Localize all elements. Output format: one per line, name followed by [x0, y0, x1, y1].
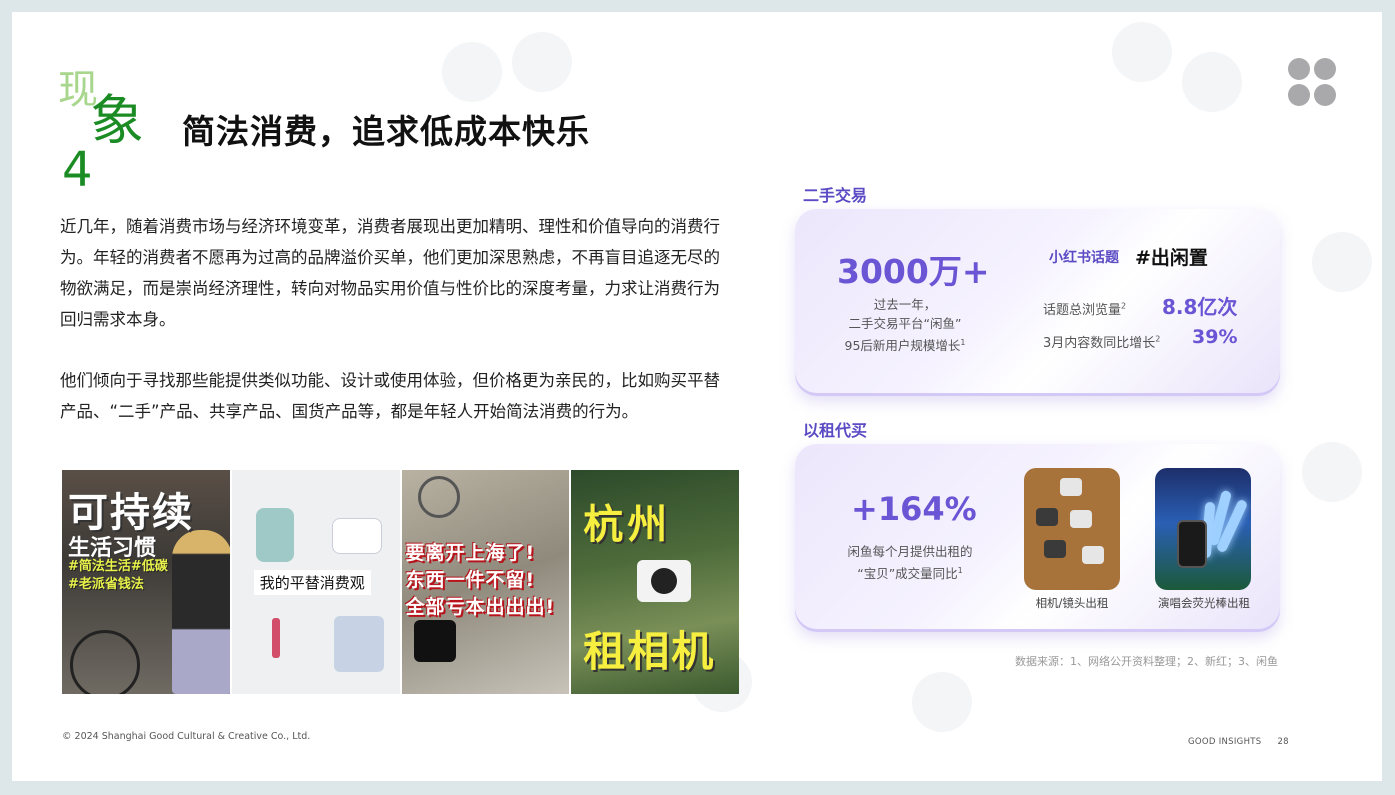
watermark-circle [512, 32, 572, 92]
photo-strip: 可持续 生活习惯 #简法生活#低碳 #老派省钱法 我的平替消费观 要离开上海了!… [62, 470, 739, 694]
watermark-circle [1182, 52, 1242, 112]
watermark-circle [1302, 442, 1362, 502]
watermark-circle [912, 672, 972, 732]
photo-2-caption: 我的平替消费观 [253, 570, 371, 595]
person-shape [172, 530, 230, 694]
rent-caption: 闲鱼每个月提供出租的 “宝贝”成交量同比1 [825, 542, 995, 583]
data-source-note: 数据来源：1、网络公开资料整理；2、新红；3、闲鱼 [1015, 655, 1278, 668]
xiaohongshu-topic-label: 小红书话题 [1049, 250, 1119, 266]
camera-shape [1044, 540, 1066, 558]
watermark-circle [1112, 22, 1172, 82]
caption-line: 过去一年， [873, 297, 937, 312]
camera-shape [637, 560, 692, 602]
section-title-rent: 以租代买 [803, 421, 868, 440]
bicycle-shape [70, 630, 140, 694]
stat-label-text: 3月内容数同比增长 [1043, 336, 1156, 351]
photo-alternative-products: 我的平替消费观 [231, 470, 400, 694]
stat-value-views: 8.8亿次 [1162, 295, 1238, 319]
footnote-marker: 1 [957, 566, 963, 575]
copyright: © 2024 Shanghai Good Cultural & Creative… [62, 731, 311, 742]
phone-shape [1177, 520, 1207, 568]
camera-shape [1036, 508, 1058, 526]
footnote-marker: 2 [1121, 301, 1127, 311]
phone-shape [255, 508, 294, 562]
badge-number: 4 [62, 142, 93, 198]
page-title: 简法消费，追求低成本快乐 [182, 112, 590, 151]
footer-brand: GOOD INSIGHTS [1188, 737, 1262, 747]
badge-char-2: 象 [90, 89, 144, 152]
shirt-shape [333, 616, 384, 672]
slide: 现 象 4 简法消费，追求低成本快乐 近几年，随着消费市场与经济环境变革，消费者… [12, 12, 1382, 781]
good-logo [1286, 56, 1340, 108]
footnote-marker: 1 [960, 338, 966, 347]
puzzle-shape [413, 620, 456, 662]
caption-line: 95后新用户规模增长1 [825, 333, 985, 355]
stat-value-growth: 39% [1192, 326, 1238, 348]
stat-label-views: 话题总浏览量2 [1043, 299, 1126, 318]
second-hand-card: 3000万+ 过去一年， 二手交易平台“闲鱼” 95后新用户规模增长1 小红书话… [795, 209, 1280, 396]
photo-moving-sale: 要离开上海了! 东西一件不留! 全部亏本出出出! [401, 470, 570, 694]
glowstick-rental-thumbnail [1155, 468, 1251, 590]
caption-line: 闲鱼每个月提供出租的 [847, 544, 973, 559]
stat-label-growth: 3月内容数同比增长2 [1043, 332, 1160, 351]
camera-shape [1082, 546, 1104, 564]
photo-4-top-text: 杭州 [583, 502, 672, 548]
fan-shape [417, 476, 460, 518]
caption-line-text: “宝贝”成交量同比 [857, 566, 958, 582]
camera-rental-caption: 相机/镜头出租 [1035, 596, 1109, 610]
cream-jar-shape [331, 518, 382, 554]
footnote-marker: 2 [1155, 334, 1161, 344]
photo-1-tags: #简法生活#低碳 #老派省钱法 [68, 559, 168, 592]
glowstick-rental-caption: 演唱会荧光棒出租 [1158, 596, 1250, 610]
footer-right: GOOD INSIGHTS 28 [1188, 737, 1289, 747]
stat-label-text: 话题总浏览量 [1043, 303, 1122, 318]
topic-tag: #出闲置 [1135, 247, 1208, 269]
second-hand-caption: 过去一年， 二手交易平台“闲鱼” 95后新用户规模增长1 [825, 295, 985, 355]
lipstick-shape [271, 618, 280, 658]
paragraph-2: 他们倾向于寻找那些能提供类似功能、设计或使用体验，但价格更为亲民的，比如购买平替… [60, 371, 720, 421]
rent-card: +164% 闲鱼每个月提供出租的 “宝贝”成交量同比1 相机/镜头出租 演唱会荧… [795, 444, 1280, 632]
second-hand-big-value: 3000万+ [837, 252, 990, 291]
camera-shape [1060, 478, 1082, 496]
photo-camera-rental: 杭州 租相机 [571, 470, 739, 694]
photo-4-bottom-text: 租相机 [583, 627, 716, 676]
caption-line-text: 95后新用户规模增长 [844, 338, 961, 354]
photo-sustainable-living: 可持续 生活习惯 #简法生活#低碳 #老派省钱法 [62, 470, 230, 694]
paragraph-1: 近几年，随着消费市场与经济环境变革，消费者展现出更加精明、理性和价值导向的消费行… [60, 217, 720, 329]
page-number: 28 [1277, 737, 1289, 747]
watermark-circle [442, 42, 502, 102]
caption-line: “宝贝”成交量同比1 [825, 561, 995, 583]
rent-big-value: +164% [851, 490, 977, 528]
photo-3-text: 要离开上海了! 东西一件不留! 全部亏本出出出! [405, 542, 556, 618]
watermark-circle [1312, 232, 1372, 292]
camera-shape [1070, 510, 1092, 528]
section-title-second-hand: 二手交易 [803, 186, 868, 205]
caption-line: 二手交易平台“闲鱼” [848, 316, 962, 331]
section-badge: 现 象 4 [54, 62, 164, 202]
camera-rental-thumbnail [1024, 468, 1120, 590]
